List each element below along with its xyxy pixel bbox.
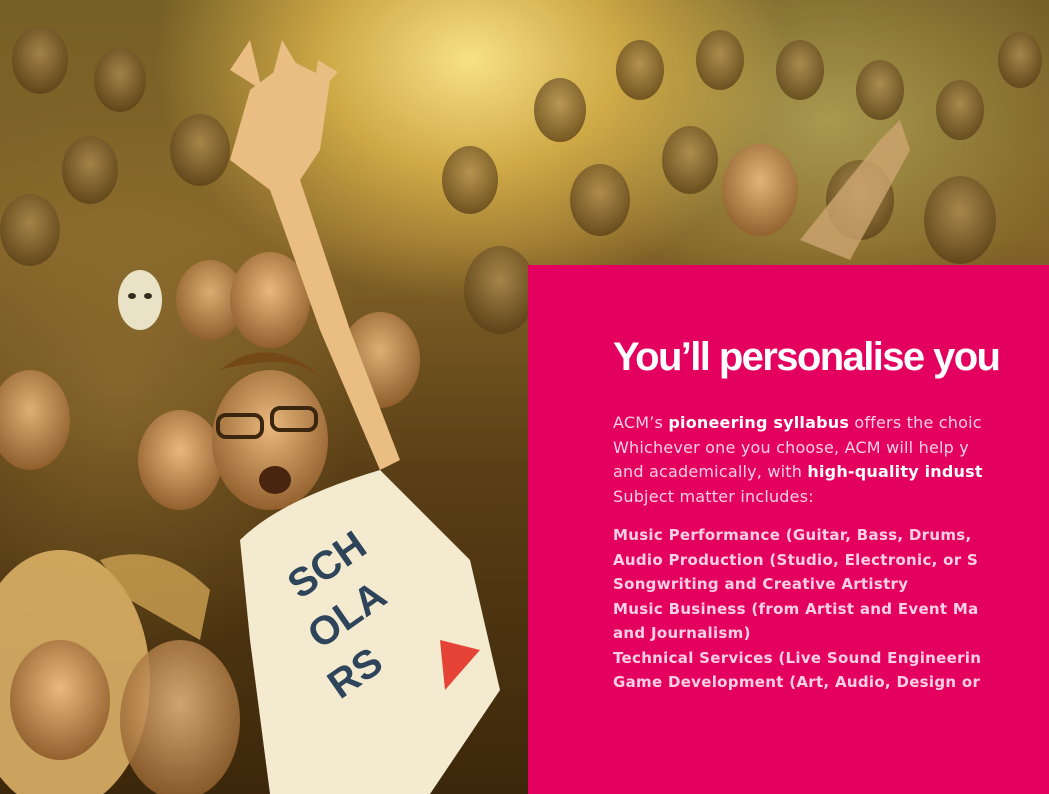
page: SCH OLA RS You’ll personalise you ACM’s …	[0, 0, 1049, 794]
subject-item: Music Business (from Artist and Event Ma	[613, 599, 979, 618]
subject-item: Audio Production (Studio, Electronic, or…	[613, 550, 979, 569]
industry-highlight: high-quality indust	[807, 462, 983, 481]
intro-line-1-prefix: ACM’s	[613, 413, 669, 432]
intro-text: ACM’s pioneering syllabus offers the cho…	[613, 411, 1049, 509]
intro-line-2: Whichever one you choose, ACM will help …	[613, 437, 969, 457]
subject-item: and Journalism)	[613, 624, 751, 642]
syllabus-highlight: pioneering syllabus	[668, 413, 850, 432]
subject-list: Music Performance (Guitar, Bass, Drums, …	[613, 523, 1049, 695]
info-card: You’ll personalise you ACM’s pioneering …	[528, 265, 1049, 794]
subject-item: Songwriting and Creative Artistry	[613, 575, 909, 593]
intro-line-3: and academically, with high-quality indu…	[613, 460, 1049, 485]
intro-line-1-suffix: offers the choic	[849, 413, 982, 432]
card-heading: You’ll personalise you	[613, 335, 1001, 379]
intro-line-1: ACM’s pioneering syllabus offers the cho…	[613, 411, 1049, 436]
subject-item: Technical Services (Live Sound Engineeri…	[613, 648, 982, 667]
intro-line-3-prefix: and academically, with	[613, 462, 808, 481]
subject-item: Music Performance (Guitar, Bass, Drums,	[613, 526, 972, 544]
subject-item: Game Development (Art, Audio, Design or	[613, 673, 981, 691]
intro-line-4: Subject matter includes:	[613, 486, 814, 506]
